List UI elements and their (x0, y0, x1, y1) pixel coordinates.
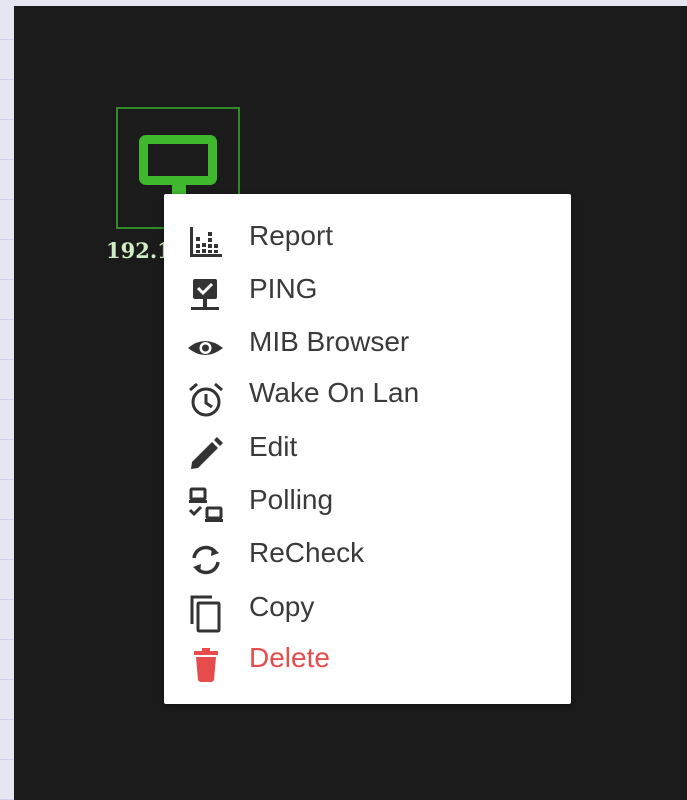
menu-item-polling[interactable]: Polling (164, 476, 571, 526)
polling-devices-icon (188, 487, 223, 522)
menu-item-recheck[interactable]: ReCheck (164, 529, 571, 579)
menu-item-edit[interactable]: Edit (164, 423, 571, 473)
menu-item-mib-browser[interactable]: MIB Browser (164, 318, 571, 368)
menu-item-wake-on-lan[interactable]: Wake On Lan (164, 369, 571, 419)
monitor-icon (139, 135, 217, 185)
menu-item-label: Polling (249, 484, 334, 515)
menu-item-copy[interactable]: Copy (164, 583, 571, 633)
menu-item-label: Delete (249, 642, 330, 673)
menu-item-label: Copy (249, 591, 315, 622)
alarm-clock-icon (189, 382, 223, 417)
menu-item-label: MIB Browser (249, 326, 410, 357)
refresh-icon (192, 545, 220, 575)
menu-item-label: Report (249, 220, 334, 251)
ping-network-icon (191, 279, 219, 310)
menu-item-report[interactable]: Report (164, 212, 571, 262)
pencil-icon (191, 437, 223, 469)
menu-item-delete[interactable]: Delete (164, 634, 571, 684)
copy-icon (190, 595, 221, 633)
trash-icon (194, 648, 218, 682)
menu-item-label: Edit (249, 431, 298, 462)
eye-icon (188, 341, 223, 355)
menu-item-label: ReCheck (249, 537, 365, 568)
context-menu: Report PING MIB Browser Wake On Lan Edit… (164, 194, 571, 704)
menu-item-label: Wake On Lan (249, 377, 420, 408)
device-ip-label: 192.1 (106, 238, 172, 263)
report-chart-icon (190, 227, 222, 257)
menu-item-label: PING (249, 273, 318, 304)
menu-item-ping[interactable]: PING (164, 265, 571, 315)
